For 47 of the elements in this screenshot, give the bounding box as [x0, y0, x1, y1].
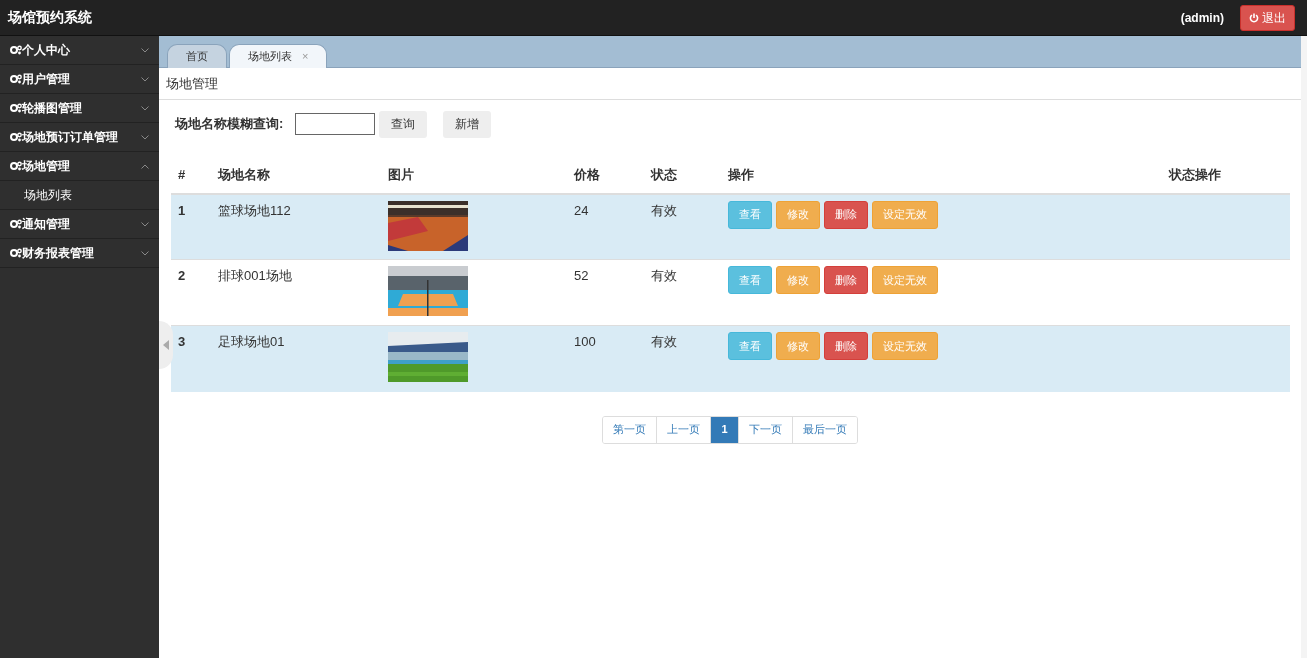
add-button[interactable]: 新增 [443, 110, 492, 138]
column-header: 场地名称 [211, 157, 381, 194]
search-label: 场地名称模糊查询: [175, 115, 284, 134]
page-button[interactable]: 1 [710, 416, 738, 443]
table-cell: 1 [171, 193, 211, 260]
table-cell: 足球场地01 [211, 325, 381, 392]
gears-icon [10, 161, 22, 171]
gears-icon [10, 248, 22, 258]
table-cell: 24 [567, 193, 644, 260]
table-cell: 100 [567, 325, 644, 392]
gears-icon [10, 74, 22, 84]
table-cell: 篮球场地112 [211, 193, 381, 260]
sidebar-item[interactable]: 用户管理 [0, 65, 159, 94]
page-button[interactable]: 最后一页 [791, 416, 857, 443]
search-field[interactable] [295, 113, 376, 135]
delete-button[interactable]: 删除 [824, 266, 868, 294]
sidebar-subitem[interactable]: 场地列表 [0, 181, 159, 210]
close-icon[interactable]: × [302, 48, 309, 65]
sidebar-item[interactable]: 场地预订订单管理 [0, 123, 159, 152]
sidebar-item[interactable]: 通知管理 [0, 210, 159, 239]
gears-icon [10, 132, 22, 142]
user-name: (admin) [1180, 9, 1224, 27]
sidebar-item[interactable]: 财务报表管理 [0, 239, 159, 268]
delete-button[interactable]: 删除 [824, 332, 868, 360]
tab[interactable]: 场地列表 × [229, 44, 328, 68]
column-header: 价格 [567, 157, 644, 194]
table-cell: 有效 [644, 193, 721, 260]
search-button[interactable]: 查询 [379, 110, 428, 138]
gears-icon [10, 103, 22, 113]
sidebar-item[interactable]: 轮播图管理 [0, 94, 159, 123]
delete-button[interactable]: 删除 [824, 200, 868, 229]
collapse-handle[interactable] [159, 321, 173, 369]
logout-button[interactable]: 退出 [1240, 4, 1295, 31]
column-header: 操作 [721, 157, 1162, 194]
column-header: # [171, 157, 211, 194]
gears-icon [10, 45, 22, 55]
column-header: 图片 [381, 157, 567, 194]
breadcrumb: 场地管理 [166, 74, 218, 93]
column-header: 状态操作 [1162, 157, 1290, 194]
table-cell: 3 [171, 325, 211, 392]
sidebar-item[interactable]: 场地管理 [0, 152, 159, 181]
table-cell: 有效 [644, 325, 721, 392]
tab[interactable]: 首页 [167, 44, 227, 68]
gears-icon [10, 219, 22, 229]
column-header: 状态 [644, 157, 721, 194]
power-icon [1249, 12, 1259, 23]
app-title: 场馆预约系统 [8, 8, 92, 27]
